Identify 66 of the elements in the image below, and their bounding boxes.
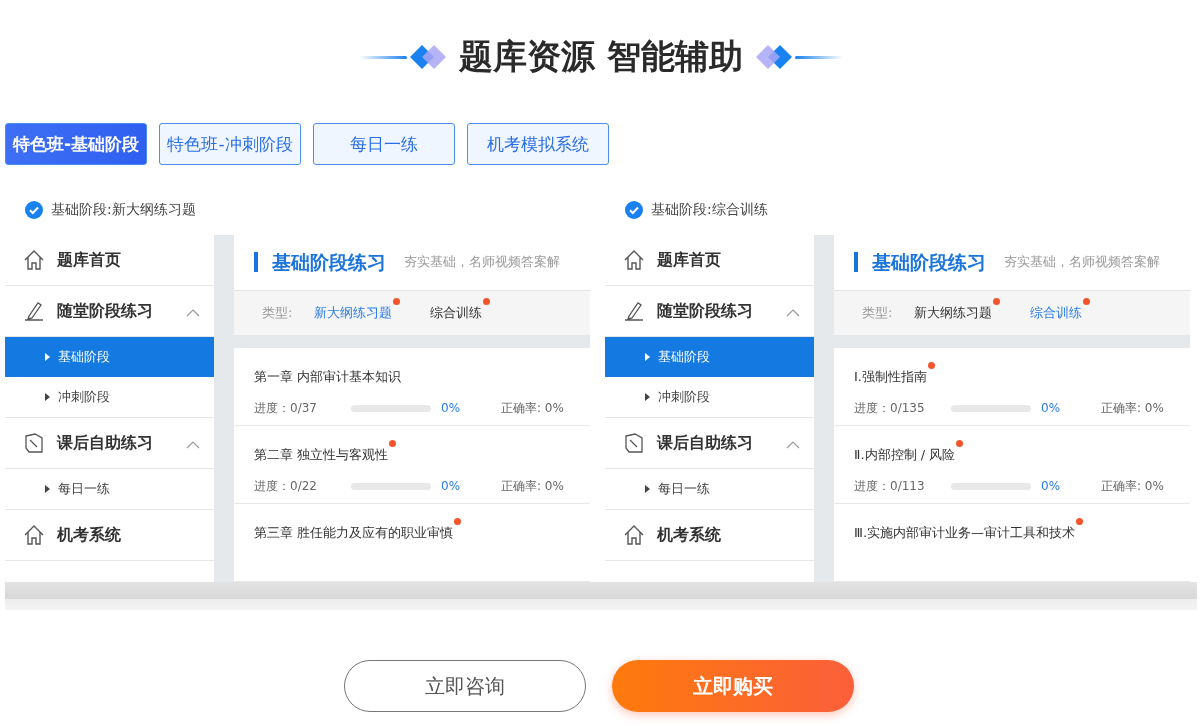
pencil-icon xyxy=(623,300,645,322)
menu-item[interactable]: 基础阶段 xyxy=(5,337,214,377)
chapter-card[interactable]: 第二章 独立性与客观性 进度：0/22 0% 正确率: 0% xyxy=(234,425,590,504)
pencil-icon xyxy=(23,300,45,322)
chevron-up-icon[interactable] xyxy=(186,308,200,317)
chapter-title: Ⅲ.实施内部审计业务—审计工具和技术 xyxy=(854,523,1076,542)
accuracy-text: 正确率: 0% xyxy=(501,477,564,495)
preview-caption: 基础阶段:新大纲练习题 xyxy=(51,201,196,219)
type-filter[interactable]: 新大纲练习题 xyxy=(314,303,393,322)
chevron-up-icon[interactable] xyxy=(786,440,800,449)
progress-count: 进度：0/135 xyxy=(854,399,926,417)
chapter-card[interactable]: 第一章 内部审计基本知识 进度：0/37 0% 正确率: 0% xyxy=(234,347,590,426)
house-icon xyxy=(623,249,645,271)
triangle-icon xyxy=(645,393,650,401)
progress-percent: 0% xyxy=(1041,479,1062,494)
triangle-icon xyxy=(645,353,650,361)
triangle-icon xyxy=(45,353,50,361)
note-icon xyxy=(23,432,45,454)
progress-count: 进度：0/113 xyxy=(854,477,926,495)
type-filter[interactable]: 综合训练 xyxy=(1030,303,1083,322)
chevron-up-icon[interactable] xyxy=(786,308,800,317)
chapter-title: 第二章 独立性与客观性 xyxy=(254,445,389,464)
practice-title: 基础阶段练习 xyxy=(854,252,986,273)
type-label: 类型: xyxy=(262,303,293,322)
house-icon xyxy=(623,524,645,546)
progress-percent: 0% xyxy=(441,401,462,416)
triangle-icon xyxy=(45,393,50,401)
chapter-title: Ⅰ.强制性指南 xyxy=(854,367,927,386)
chapter-title: 第三章 胜任能力及应有的职业审慎 xyxy=(254,523,454,542)
practice-subtitle: 夯实基础，名师视频答案解 xyxy=(404,253,560,272)
practice-title: 基础阶段练习 xyxy=(254,252,386,273)
chapter-card[interactable]: Ⅱ.内部控制 / 风险 进度：0/113 0% 正确率: 0% xyxy=(834,425,1190,504)
menu-group[interactable]: 题库首页 xyxy=(605,235,814,286)
type-filter[interactable]: 新大纲练习题 xyxy=(914,303,993,322)
type-label: 类型: xyxy=(862,303,893,322)
practice-subtitle: 夯实基础，名师视频答案解 xyxy=(1004,253,1160,272)
note-icon xyxy=(623,432,645,454)
category-tab[interactable]: 特色班-基础阶段 xyxy=(5,123,147,165)
section-heading: 题库资源 智能辅助 xyxy=(459,35,743,78)
chapter-title: 第一章 内部审计基本知识 xyxy=(254,367,402,386)
category-tab[interactable]: 每日一练 xyxy=(313,123,455,165)
house-icon xyxy=(23,524,45,546)
menu-group[interactable]: 机考系统 xyxy=(605,510,814,561)
chapter-card[interactable]: 第三章 胜任能力及应有的职业审慎 xyxy=(234,503,590,582)
menu-group[interactable]: 题库首页 xyxy=(5,235,214,286)
menu-group[interactable]: 机考系统 xyxy=(5,510,214,561)
type-filter[interactable]: 综合训练 xyxy=(430,303,483,322)
consult-button[interactable]: 立即咨询 xyxy=(344,660,586,712)
accuracy-text: 正确率: 0% xyxy=(501,399,564,417)
category-tab[interactable]: 特色班-冲刺阶段 xyxy=(159,123,301,165)
triangle-icon xyxy=(45,485,50,493)
preview-caption: 基础阶段:综合训练 xyxy=(651,201,768,219)
chapter-card[interactable]: Ⅰ.强制性指南 进度：0/135 0% 正确率: 0% xyxy=(834,347,1190,426)
chevron-up-icon[interactable] xyxy=(186,440,200,449)
progress-percent: 0% xyxy=(441,479,462,494)
chapter-title: Ⅱ.内部控制 / 风险 xyxy=(854,445,956,464)
house-icon xyxy=(23,249,45,271)
triangle-icon xyxy=(645,485,650,493)
chapter-card[interactable]: Ⅲ.实施内部审计业务—审计工具和技术 xyxy=(834,503,1190,582)
menu-item[interactable]: 基础阶段 xyxy=(605,337,814,377)
progress-count: 进度：0/22 xyxy=(254,477,318,495)
progress-count: 进度：0/37 xyxy=(254,399,318,417)
category-tab[interactable]: 机考模拟系统 xyxy=(467,123,609,165)
accuracy-text: 正确率: 0% xyxy=(1101,477,1164,495)
progress-percent: 0% xyxy=(1041,401,1062,416)
accuracy-text: 正确率: 0% xyxy=(1101,399,1164,417)
